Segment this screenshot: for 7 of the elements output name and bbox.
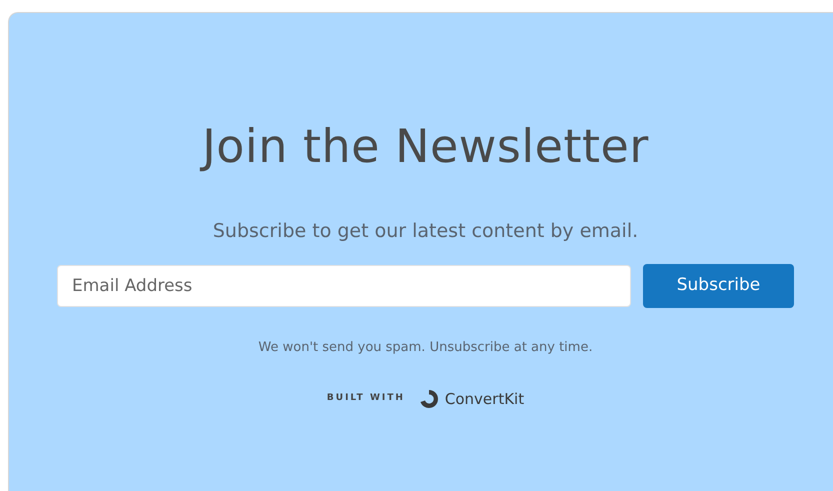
built-with-label: BUILT WITH [326,392,405,405]
spam-disclaimer: We won't send you spam. Unsubscribe at any time. [258,339,593,357]
newsletter-subheading: Subscribe to get our latest content by email. [212,219,638,244]
email-field[interactable]: Email Address [57,265,631,307]
newsletter-heading: Join the Newsletter [202,116,649,176]
subscribe-button[interactable]: Subscribe [643,264,794,308]
convertkit-brand: ConvertKit [444,388,524,410]
